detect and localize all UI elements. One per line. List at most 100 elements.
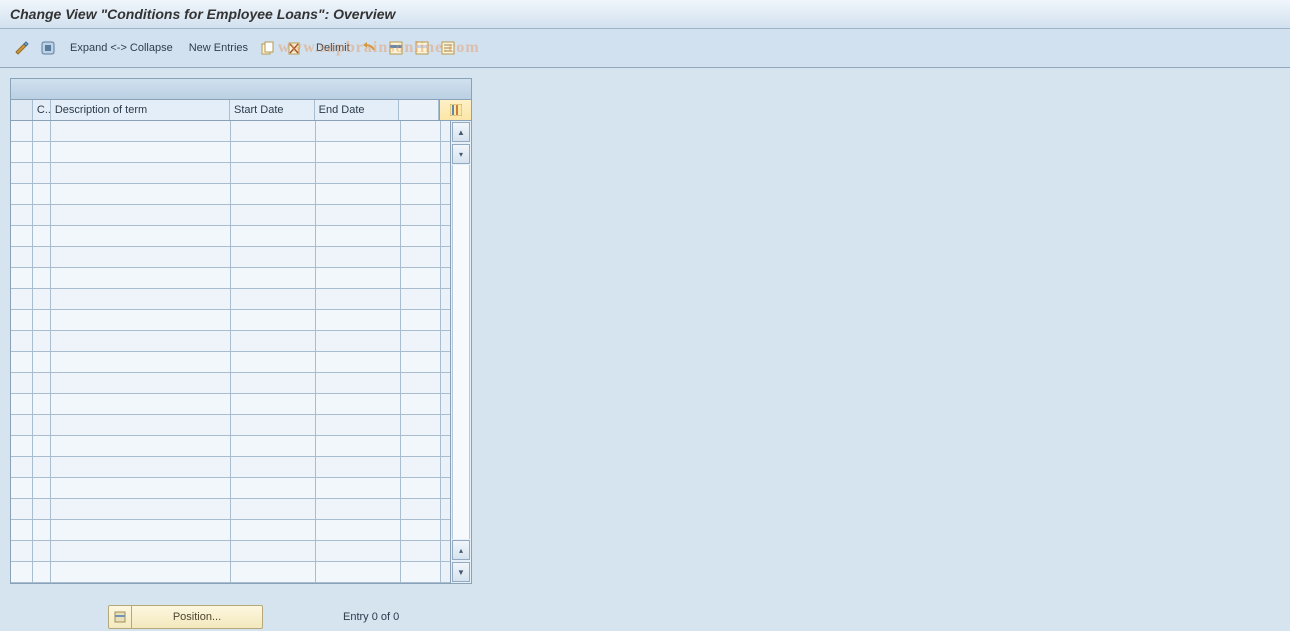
table-row[interactable]	[11, 205, 450, 226]
cell-start-date[interactable]	[231, 520, 316, 540]
cell-description[interactable]	[51, 499, 231, 519]
row-selector[interactable]	[11, 478, 33, 498]
cell-code[interactable]	[33, 562, 51, 582]
cell-code[interactable]	[33, 520, 51, 540]
cell-start-date[interactable]	[231, 373, 316, 393]
cell-start-date[interactable]	[231, 121, 316, 141]
table-row[interactable]	[11, 373, 450, 394]
scroll-page-up-icon[interactable]: ▾	[452, 144, 470, 164]
row-selector[interactable]	[11, 268, 33, 288]
cell-end-date[interactable]	[316, 394, 401, 414]
row-selector[interactable]	[11, 394, 33, 414]
cell-description[interactable]	[51, 436, 231, 456]
table-row[interactable]	[11, 541, 450, 562]
row-selector[interactable]	[11, 562, 33, 582]
cell-description[interactable]	[51, 247, 231, 267]
expand-collapse-button[interactable]: Expand <-> Collapse	[64, 38, 179, 58]
cell-description[interactable]	[51, 520, 231, 540]
cell-end-date[interactable]	[316, 331, 401, 351]
cell-start-date[interactable]	[231, 478, 316, 498]
col-header-code[interactable]: C..	[33, 100, 51, 120]
table-row[interactable]	[11, 310, 450, 331]
cell-start-date[interactable]	[231, 457, 316, 477]
cell-end-date[interactable]	[316, 268, 401, 288]
cell-start-date[interactable]	[231, 247, 316, 267]
table-row[interactable]	[11, 163, 450, 184]
row-selector[interactable]	[11, 541, 33, 561]
col-header-start-date[interactable]: Start Date	[230, 100, 315, 120]
cell-description[interactable]	[51, 205, 231, 225]
table-row[interactable]	[11, 478, 450, 499]
table-row[interactable]	[11, 331, 450, 352]
copy-icon[interactable]	[258, 38, 278, 58]
row-selector[interactable]	[11, 163, 33, 183]
cell-start-date[interactable]	[231, 352, 316, 372]
cell-end-date[interactable]	[316, 289, 401, 309]
row-selector[interactable]	[11, 142, 33, 162]
cell-end-date[interactable]	[316, 436, 401, 456]
table-row[interactable]	[11, 226, 450, 247]
scroll-down-icon[interactable]: ▼	[452, 562, 470, 582]
row-selector[interactable]	[11, 205, 33, 225]
cell-description[interactable]	[51, 562, 231, 582]
cell-start-date[interactable]	[231, 562, 316, 582]
table-row[interactable]	[11, 562, 450, 583]
cell-description[interactable]	[51, 310, 231, 330]
table-row[interactable]	[11, 415, 450, 436]
cell-code[interactable]	[33, 457, 51, 477]
cell-description[interactable]	[51, 121, 231, 141]
row-selector[interactable]	[11, 499, 33, 519]
deselect-row-icon[interactable]	[412, 38, 432, 58]
table-configure-icon[interactable]	[439, 100, 471, 120]
table-row[interactable]	[11, 457, 450, 478]
cell-description[interactable]	[51, 184, 231, 204]
cell-end-date[interactable]	[316, 520, 401, 540]
cell-start-date[interactable]	[231, 163, 316, 183]
cell-end-date[interactable]	[316, 541, 401, 561]
cell-end-date[interactable]	[316, 310, 401, 330]
table-row[interactable]	[11, 520, 450, 541]
new-entries-button[interactable]: New Entries	[183, 38, 254, 58]
undo-icon[interactable]	[360, 38, 380, 58]
select-row-icon[interactable]	[386, 38, 406, 58]
cell-end-date[interactable]	[316, 226, 401, 246]
cell-description[interactable]	[51, 142, 231, 162]
cell-start-date[interactable]	[231, 541, 316, 561]
scroll-up-icon[interactable]: ▲	[452, 122, 470, 142]
table-row[interactable]	[11, 142, 450, 163]
table-row[interactable]	[11, 394, 450, 415]
cell-code[interactable]	[33, 499, 51, 519]
cell-description[interactable]	[51, 352, 231, 372]
cell-code[interactable]	[33, 226, 51, 246]
cell-code[interactable]	[33, 394, 51, 414]
cell-end-date[interactable]	[316, 142, 401, 162]
table-row[interactable]	[11, 184, 450, 205]
cell-code[interactable]	[33, 415, 51, 435]
row-selector[interactable]	[11, 457, 33, 477]
cell-description[interactable]	[51, 457, 231, 477]
cell-code[interactable]	[33, 478, 51, 498]
row-selector[interactable]	[11, 520, 33, 540]
row-selector[interactable]	[11, 121, 33, 141]
table-row[interactable]	[11, 436, 450, 457]
cell-start-date[interactable]	[231, 184, 316, 204]
cell-description[interactable]	[51, 289, 231, 309]
cell-description[interactable]	[51, 163, 231, 183]
cell-end-date[interactable]	[316, 352, 401, 372]
cell-end-date[interactable]	[316, 457, 401, 477]
cell-code[interactable]	[33, 541, 51, 561]
row-selector[interactable]	[11, 331, 33, 351]
cell-end-date[interactable]	[316, 373, 401, 393]
cell-start-date[interactable]	[231, 394, 316, 414]
cell-start-date[interactable]	[231, 499, 316, 519]
cell-start-date[interactable]	[231, 436, 316, 456]
cell-code[interactable]	[33, 163, 51, 183]
table-vertical-scrollbar[interactable]: ▲ ▾ ▴ ▼	[450, 121, 471, 583]
row-selector[interactable]	[11, 226, 33, 246]
row-selector[interactable]	[11, 436, 33, 456]
cell-end-date[interactable]	[316, 499, 401, 519]
cell-code[interactable]	[33, 331, 51, 351]
cell-start-date[interactable]	[231, 226, 316, 246]
table-row[interactable]	[11, 289, 450, 310]
cell-description[interactable]	[51, 226, 231, 246]
